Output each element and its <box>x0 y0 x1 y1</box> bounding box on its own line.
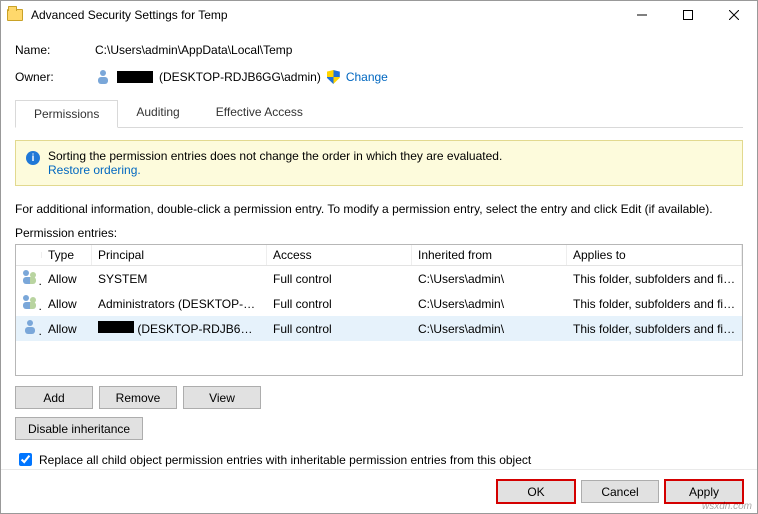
view-button[interactable]: View <box>183 386 261 409</box>
cell-type: Allow <box>42 294 92 314</box>
tabs: Permissions Auditing Effective Access <box>15 99 743 128</box>
cell-type: Allow <box>42 269 92 289</box>
principal-icon <box>22 319 38 335</box>
table-row[interactable]: AllowSYSTEMFull controlC:\Users\admin\Th… <box>16 266 742 291</box>
cell-type: Allow <box>42 319 92 339</box>
content-area: Name: C:\Users\admin\AppData\Local\Temp … <box>1 29 757 469</box>
window-buttons <box>619 1 757 29</box>
window-title: Advanced Security Settings for Temp <box>31 8 619 22</box>
owner-field: Owner: (DESKTOP-RDJB6GG\admin) Change <box>15 69 743 85</box>
col-access[interactable]: Access <box>267 245 412 265</box>
col-applies[interactable]: Applies to <box>567 245 742 265</box>
col-principal[interactable]: Principal <box>92 245 267 265</box>
ok-button[interactable]: OK <box>497 480 575 503</box>
cell-inherited: C:\Users\admin\ <box>412 269 567 289</box>
info-icon: i <box>26 151 40 165</box>
cell-principal: (DESKTOP-RDJB6GG\ad... <box>92 318 267 339</box>
cell-inherited: C:\Users\admin\ <box>412 294 567 314</box>
tab-effective-access[interactable]: Effective Access <box>198 99 321 127</box>
permission-grid: Type Principal Access Inherited from App… <box>15 244 743 376</box>
owner-redacted <box>117 71 153 83</box>
warning-text: Sorting the permission entries does not … <box>48 149 502 177</box>
tab-auditing[interactable]: Auditing <box>118 99 197 127</box>
cell-applies: This folder, subfolders and files <box>567 294 742 314</box>
principal-icon <box>22 269 38 285</box>
titlebar: Advanced Security Settings for Temp <box>1 1 757 29</box>
apply-button[interactable]: Apply <box>665 480 743 503</box>
col-inherited[interactable]: Inherited from <box>412 245 567 265</box>
name-value: C:\Users\admin\AppData\Local\Temp <box>95 43 292 57</box>
shield-icon <box>327 70 340 84</box>
restore-ordering-link[interactable]: Restore ordering. <box>48 163 141 177</box>
entries-label: Permission entries: <box>15 226 743 240</box>
replace-checkbox-row[interactable]: Replace all child object permission entr… <box>15 450 743 469</box>
table-row[interactable]: Allow (DESKTOP-RDJB6GG\ad...Full control… <box>16 316 742 341</box>
owner-suffix: (DESKTOP-RDJB6GG\admin) <box>159 70 321 84</box>
warning-line: Sorting the permission entries does not … <box>48 149 502 163</box>
grid-header: Type Principal Access Inherited from App… <box>16 245 742 266</box>
cell-applies: This folder, subfolders and files <box>567 269 742 289</box>
cell-access: Full control <box>267 269 412 289</box>
owner-value: (DESKTOP-RDJB6GG\admin) Change <box>95 69 388 85</box>
footer: OK Cancel Apply <box>1 469 757 513</box>
cell-access: Full control <box>267 319 412 339</box>
principal-redacted <box>98 321 134 333</box>
change-owner-link[interactable]: Change <box>346 70 388 84</box>
tab-permissions[interactable]: Permissions <box>15 100 118 128</box>
close-button[interactable] <box>711 1 757 29</box>
cell-applies: This folder, subfolders and files <box>567 319 742 339</box>
remove-button[interactable]: Remove <box>99 386 177 409</box>
table-row[interactable]: AllowAdministrators (DESKTOP-RDJ...Full … <box>16 291 742 316</box>
warning-box: i Sorting the permission entries does no… <box>15 140 743 186</box>
instruction-text: For additional information, double-click… <box>15 202 743 216</box>
principal-icon <box>22 294 38 310</box>
owner-label: Owner: <box>15 70 95 84</box>
cell-principal: SYSTEM <box>92 269 267 289</box>
col-type[interactable]: Type <box>42 245 92 265</box>
cell-access: Full control <box>267 294 412 314</box>
entry-buttons: Add Remove View <box>15 386 743 409</box>
disable-inheritance-button[interactable]: Disable inheritance <box>15 417 143 440</box>
name-field: Name: C:\Users\admin\AppData\Local\Temp <box>15 43 743 57</box>
replace-checkbox-label: Replace all child object permission entr… <box>39 453 531 467</box>
user-icon <box>95 69 111 85</box>
folder-icon <box>7 9 23 21</box>
maximize-button[interactable] <box>665 1 711 29</box>
cell-inherited: C:\Users\admin\ <box>412 319 567 339</box>
cancel-button[interactable]: Cancel <box>581 480 659 503</box>
cell-principal: Administrators (DESKTOP-RDJ... <box>92 294 267 314</box>
watermark: wsxdn.com <box>702 501 752 512</box>
security-settings-window: Advanced Security Settings for Temp Name… <box>0 0 758 514</box>
name-label: Name: <box>15 43 95 57</box>
add-button[interactable]: Add <box>15 386 93 409</box>
minimize-button[interactable] <box>619 1 665 29</box>
replace-checkbox[interactable] <box>19 453 32 466</box>
col-icon[interactable] <box>16 252 42 258</box>
